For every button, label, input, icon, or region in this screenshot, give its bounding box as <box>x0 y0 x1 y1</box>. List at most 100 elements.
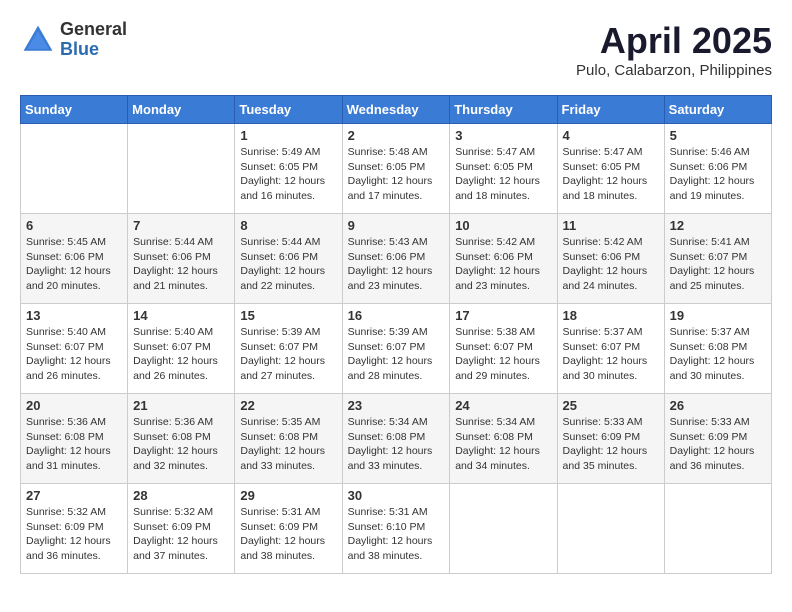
day-detail: Sunrise: 5:31 AMSunset: 6:09 PMDaylight:… <box>240 505 336 564</box>
day-number: 21 <box>133 398 229 413</box>
day-number: 26 <box>670 398 766 413</box>
calendar-cell: 23 Sunrise: 5:34 AMSunset: 6:08 PMDayligh… <box>342 394 450 484</box>
calendar-cell: 5 Sunrise: 5:46 AMSunset: 6:06 PMDaylight… <box>664 124 771 214</box>
day-number: 23 <box>348 398 445 413</box>
day-of-week-header: Saturday <box>664 96 771 124</box>
calendar-week-row: 1Sunrise: 5:49 AMSunset: 6:05 PMDaylight… <box>21 124 772 214</box>
day-number: 20 <box>26 398 122 413</box>
day-number: 27 <box>26 488 122 503</box>
day-number: 7 <box>133 218 229 233</box>
day-number: 6 <box>26 218 122 233</box>
calendar-cell: 20 Sunrise: 5:36 AMSunset: 6:08 PMDayligh… <box>21 394 128 484</box>
day-of-week-header: Wednesday <box>342 96 450 124</box>
day-number: 16 <box>348 308 445 323</box>
calendar-cell: 14 Sunrise: 5:40 AMSunset: 6:07 PMDayligh… <box>128 304 235 394</box>
month-title: April 2025 <box>576 20 772 62</box>
day-detail: Sunrise: 5:40 AMSunset: 6:07 PMDaylight:… <box>133 325 229 384</box>
day-number: 18 <box>563 308 659 323</box>
day-detail: Sunrise: 5:40 AMSunset: 6:07 PMDaylight:… <box>26 325 122 384</box>
day-of-week-header: Thursday <box>450 96 557 124</box>
day-detail: Sunrise: 5:36 AMSunset: 6:08 PMDaylight:… <box>133 415 229 474</box>
calendar-week-row: 20 Sunrise: 5:36 AMSunset: 6:08 PMDayligh… <box>21 394 772 484</box>
day-number: 2 <box>348 128 445 143</box>
day-number: 10 <box>455 218 551 233</box>
calendar-cell: 10 Sunrise: 5:42 AMSunset: 6:06 PMDayligh… <box>450 214 557 304</box>
calendar-cell <box>128 124 235 214</box>
calendar-cell: 24Sunrise: 5:34 AMSunset: 6:08 PMDayligh… <box>450 394 557 484</box>
logo-blue: Blue <box>60 40 127 60</box>
calendar-week-row: 6 Sunrise: 5:45 AMSunset: 6:06 PMDaylight… <box>21 214 772 304</box>
day-detail: Sunrise: 5:39 AMSunset: 6:07 PMDaylight:… <box>240 325 336 384</box>
calendar-cell: 8 Sunrise: 5:44 AMSunset: 6:06 PMDaylight… <box>235 214 342 304</box>
day-detail: Sunrise: 5:32 AMSunset: 6:09 PMDaylight:… <box>26 505 122 564</box>
day-detail: Sunrise: 5:44 AMSunset: 6:06 PMDaylight:… <box>133 235 229 294</box>
calendar-cell <box>557 484 664 574</box>
day-of-week-header: Sunday <box>21 96 128 124</box>
calendar-cell: 3 Sunrise: 5:47 AMSunset: 6:05 PMDaylight… <box>450 124 557 214</box>
calendar-header-row: SundayMondayTuesdayWednesdayThursdayFrid… <box>21 96 772 124</box>
calendar-cell: 7 Sunrise: 5:44 AMSunset: 6:06 PMDaylight… <box>128 214 235 304</box>
day-detail: Sunrise: 5:33 AMSunset: 6:09 PMDaylight:… <box>563 415 659 474</box>
day-number: 30 <box>348 488 445 503</box>
calendar-cell: 15Sunrise: 5:39 AMSunset: 6:07 PMDayligh… <box>235 304 342 394</box>
day-number: 14 <box>133 308 229 323</box>
day-detail: Sunrise: 5:36 AMSunset: 6:08 PMDaylight:… <box>26 415 122 474</box>
day-detail: Sunrise: 5:37 AMSunset: 6:08 PMDaylight:… <box>670 325 766 384</box>
calendar-cell: 18Sunrise: 5:37 AMSunset: 6:07 PMDayligh… <box>557 304 664 394</box>
calendar-cell: 4 Sunrise: 5:47 AMSunset: 6:05 PMDaylight… <box>557 124 664 214</box>
calendar-cell: 30 Sunrise: 5:31 AMSunset: 6:10 PMDayligh… <box>342 484 450 574</box>
day-detail: Sunrise: 5:33 AMSunset: 6:09 PMDaylight:… <box>670 415 766 474</box>
calendar-cell: 13 Sunrise: 5:40 AMSunset: 6:07 PMDayligh… <box>21 304 128 394</box>
calendar-cell: 9Sunrise: 5:43 AMSunset: 6:06 PMDaylight… <box>342 214 450 304</box>
day-detail: Sunrise: 5:32 AMSunset: 6:09 PMDaylight:… <box>133 505 229 564</box>
calendar-week-row: 13 Sunrise: 5:40 AMSunset: 6:07 PMDayligh… <box>21 304 772 394</box>
calendar-cell: 11 Sunrise: 5:42 AMSunset: 6:06 PMDayligh… <box>557 214 664 304</box>
calendar-cell: 2 Sunrise: 5:48 AMSunset: 6:05 PMDaylight… <box>342 124 450 214</box>
calendar-cell: 17Sunrise: 5:38 AMSunset: 6:07 PMDayligh… <box>450 304 557 394</box>
calendar-cell: 21 Sunrise: 5:36 AMSunset: 6:08 PMDayligh… <box>128 394 235 484</box>
day-of-week-header: Friday <box>557 96 664 124</box>
day-detail: Sunrise: 5:45 AMSunset: 6:06 PMDaylight:… <box>26 235 122 294</box>
day-detail: Sunrise: 5:42 AMSunset: 6:06 PMDaylight:… <box>563 235 659 294</box>
day-number: 4 <box>563 128 659 143</box>
day-detail: Sunrise: 5:46 AMSunset: 6:06 PMDaylight:… <box>670 145 766 204</box>
day-of-week-header: Tuesday <box>235 96 342 124</box>
day-detail: Sunrise: 5:39 AMSunset: 6:07 PMDaylight:… <box>348 325 445 384</box>
title-block: April 2025 Pulo, Calabarzon, Philippines <box>576 20 772 79</box>
day-number: 9 <box>348 218 445 233</box>
calendar-cell: 29 Sunrise: 5:31 AMSunset: 6:09 PMDayligh… <box>235 484 342 574</box>
day-number: 25 <box>563 398 659 413</box>
day-number: 22 <box>240 398 336 413</box>
day-number: 29 <box>240 488 336 503</box>
day-of-week-header: Monday <box>128 96 235 124</box>
calendar-cell <box>450 484 557 574</box>
calendar-cell: 16 Sunrise: 5:39 AMSunset: 6:07 PMDayligh… <box>342 304 450 394</box>
day-number: 17 <box>455 308 551 323</box>
calendar-cell: 26 Sunrise: 5:33 AMSunset: 6:09 PMDayligh… <box>664 394 771 484</box>
calendar-cell: 19 Sunrise: 5:37 AMSunset: 6:08 PMDayligh… <box>664 304 771 394</box>
day-number: 28 <box>133 488 229 503</box>
day-detail: Sunrise: 5:48 AMSunset: 6:05 PMDaylight:… <box>348 145 445 204</box>
calendar-table: SundayMondayTuesdayWednesdayThursdayFrid… <box>20 95 772 574</box>
day-number: 11 <box>563 218 659 233</box>
day-detail: Sunrise: 5:44 AMSunset: 6:06 PMDaylight:… <box>240 235 336 294</box>
day-detail: Sunrise: 5:31 AMSunset: 6:10 PMDaylight:… <box>348 505 445 564</box>
calendar-cell: 27 Sunrise: 5:32 AMSunset: 6:09 PMDayligh… <box>21 484 128 574</box>
logo-general: General <box>60 20 127 40</box>
logo: General Blue <box>20 20 127 60</box>
day-number: 3 <box>455 128 551 143</box>
day-number: 19 <box>670 308 766 323</box>
day-detail: Sunrise: 5:42 AMSunset: 6:06 PMDaylight:… <box>455 235 551 294</box>
logo-text: General Blue <box>60 20 127 60</box>
day-detail: Sunrise: 5:34 AMSunset: 6:08 PMDaylight:… <box>348 415 445 474</box>
day-number: 24 <box>455 398 551 413</box>
day-number: 5 <box>670 128 766 143</box>
calendar-week-row: 27 Sunrise: 5:32 AMSunset: 6:09 PMDayligh… <box>21 484 772 574</box>
day-number: 1 <box>240 128 336 143</box>
day-number: 13 <box>26 308 122 323</box>
day-detail: Sunrise: 5:47 AMSunset: 6:05 PMDaylight:… <box>563 145 659 204</box>
day-detail: Sunrise: 5:47 AMSunset: 6:05 PMDaylight:… <box>455 145 551 204</box>
calendar-cell: 28 Sunrise: 5:32 AMSunset: 6:09 PMDayligh… <box>128 484 235 574</box>
day-number: 8 <box>240 218 336 233</box>
calendar-cell: 6 Sunrise: 5:45 AMSunset: 6:06 PMDaylight… <box>21 214 128 304</box>
